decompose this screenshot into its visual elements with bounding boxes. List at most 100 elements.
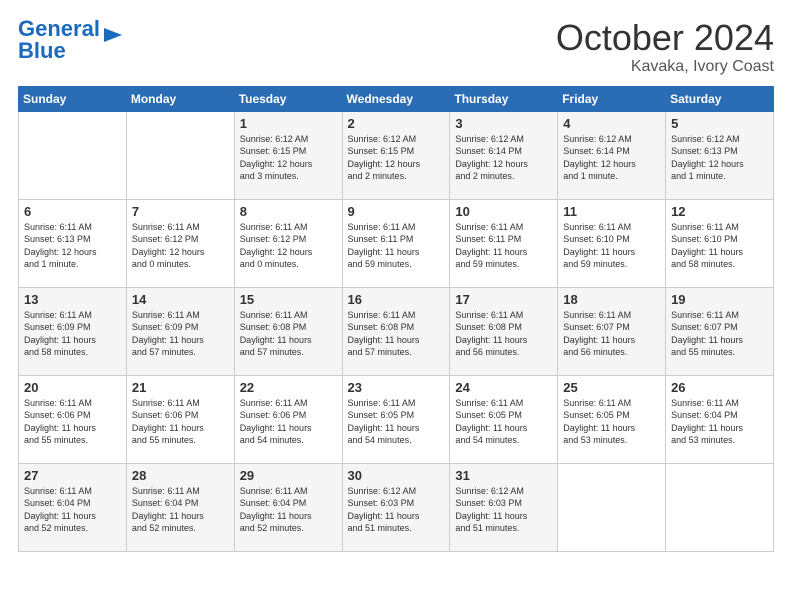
day-number: 22 [240, 380, 337, 395]
day-number: 6 [24, 204, 121, 219]
table-row: 5 Sunrise: 6:12 AM Sunset: 6:13 PM Daylig… [666, 111, 774, 199]
day-detail: Sunrise: 6:11 AM Sunset: 6:06 PM Dayligh… [132, 398, 204, 446]
table-row: 4Sunrise: 6:12 AM Sunset: 6:14 PM Daylig… [558, 111, 666, 199]
day-detail: Sunrise: 6:11 AM Sunset: 6:12 PM Dayligh… [132, 222, 205, 270]
col-thursday: Thursday [450, 86, 558, 111]
title-block: October 2024 Kavaka, Ivory Coast [556, 18, 774, 76]
table-row: 8 Sunrise: 6:11 AM Sunset: 6:12 PM Daylig… [234, 199, 342, 287]
day-detail: Sunrise: 6:11 AM Sunset: 6:04 PM Dayligh… [24, 486, 96, 534]
table-row: 21 Sunrise: 6:11 AM Sunset: 6:06 PM Dayli… [126, 375, 234, 463]
day-detail: Sunrise: 6:11 AM Sunset: 6:07 PM Dayligh… [671, 310, 743, 358]
day-number: 7 [132, 204, 229, 219]
day-number: 3 [455, 116, 552, 131]
table-row: 7 Sunrise: 6:11 AM Sunset: 6:12 PM Daylig… [126, 199, 234, 287]
day-detail: Sunrise: 6:12 AM Sunset: 6:03 PM Dayligh… [348, 486, 420, 534]
table-row: 18 Sunrise: 6:11 AM Sunset: 6:07 PM Dayli… [558, 287, 666, 375]
day-number: 29 [240, 468, 337, 483]
table-row: 27 Sunrise: 6:11 AM Sunset: 6:04 PM Dayli… [19, 463, 127, 551]
day-detail: Sunrise: 6:11 AM Sunset: 6:08 PM Dayligh… [348, 310, 420, 358]
day-number: 13 [24, 292, 121, 307]
header: General Blue October 2024 Kavaka, Ivory … [18, 18, 774, 76]
table-row: 14 Sunrise: 6:11 AM Sunset: 6:09 PM Dayli… [126, 287, 234, 375]
day-number: 21 [132, 380, 229, 395]
table-row: 13Sunrise: 6:11 AM Sunset: 6:09 PM Dayli… [19, 287, 127, 375]
table-row [558, 463, 666, 551]
table-row: 15 Sunrise: 6:11 AM Sunset: 6:08 PM Dayli… [234, 287, 342, 375]
day-detail: Sunrise: 6:11 AM Sunset: 6:05 PM Dayligh… [455, 398, 527, 446]
calendar-table: Sunday Monday Tuesday Wednesday Thursday… [18, 86, 774, 552]
logo-blue: Blue [18, 38, 66, 63]
day-number: 2 [348, 116, 445, 131]
table-row: 26 Sunrise: 6:11 AM Sunset: 6:04 PM Dayli… [666, 375, 774, 463]
day-detail: Sunrise: 6:11 AM Sunset: 6:11 PM Dayligh… [455, 222, 527, 270]
day-number: 23 [348, 380, 445, 395]
day-number: 20 [24, 380, 121, 395]
day-number: 27 [24, 468, 121, 483]
day-detail: Sunrise: 6:11 AM Sunset: 6:12 PM Dayligh… [240, 222, 313, 270]
table-row: 3 Sunrise: 6:12 AM Sunset: 6:14 PM Daylig… [450, 111, 558, 199]
day-detail: Sunrise: 6:12 AM Sunset: 6:14 PM Dayligh… [455, 134, 528, 182]
day-number: 28 [132, 468, 229, 483]
table-row [126, 111, 234, 199]
day-detail: Sunrise: 6:11 AM Sunset: 6:06 PM Dayligh… [240, 398, 312, 446]
table-row: 30 Sunrise: 6:12 AM Sunset: 6:03 PM Dayli… [342, 463, 450, 551]
logo-text: General Blue [18, 18, 100, 62]
day-number: 25 [563, 380, 660, 395]
day-detail: Sunrise: 6:11 AM Sunset: 6:06 PM Dayligh… [24, 398, 96, 446]
day-detail: Sunrise: 6:11 AM Sunset: 6:05 PM Dayligh… [348, 398, 420, 446]
day-detail: Sunrise: 6:11 AM Sunset: 6:05 PM Dayligh… [563, 398, 635, 446]
day-number: 11 [563, 204, 660, 219]
day-number: 18 [563, 292, 660, 307]
table-row: 29 Sunrise: 6:11 AM Sunset: 6:04 PM Dayli… [234, 463, 342, 551]
day-number: 17 [455, 292, 552, 307]
header-row: Sunday Monday Tuesday Wednesday Thursday… [19, 86, 774, 111]
day-number: 24 [455, 380, 552, 395]
day-number: 15 [240, 292, 337, 307]
day-number: 12 [671, 204, 768, 219]
day-detail: Sunrise: 6:11 AM Sunset: 6:04 PM Dayligh… [671, 398, 743, 446]
table-row: 6 Sunrise: 6:11 AM Sunset: 6:13 PM Daylig… [19, 199, 127, 287]
day-detail: Sunrise: 6:11 AM Sunset: 6:08 PM Dayligh… [240, 310, 312, 358]
col-saturday: Saturday [666, 86, 774, 111]
day-number: 19 [671, 292, 768, 307]
day-number: 8 [240, 204, 337, 219]
day-detail: Sunrise: 6:11 AM Sunset: 6:13 PM Dayligh… [24, 222, 97, 270]
day-detail: Sunrise: 6:12 AM Sunset: 6:15 PM Dayligh… [348, 134, 421, 182]
calendar-subtitle: Kavaka, Ivory Coast [556, 58, 774, 76]
logo: General Blue [18, 18, 124, 62]
day-detail: Sunrise: 6:12 AM Sunset: 6:14 PM Dayligh… [563, 134, 636, 182]
day-detail: Sunrise: 6:11 AM Sunset: 6:08 PM Dayligh… [455, 310, 527, 358]
day-detail: Sunrise: 6:12 AM Sunset: 6:03 PM Dayligh… [455, 486, 527, 534]
table-row: 11Sunrise: 6:11 AM Sunset: 6:10 PM Dayli… [558, 199, 666, 287]
col-monday: Monday [126, 86, 234, 111]
table-row: 10Sunrise: 6:11 AM Sunset: 6:11 PM Dayli… [450, 199, 558, 287]
table-row [19, 111, 127, 199]
col-wednesday: Wednesday [342, 86, 450, 111]
day-detail: Sunrise: 6:12 AM Sunset: 6:13 PM Dayligh… [671, 134, 744, 182]
table-row: 24 Sunrise: 6:11 AM Sunset: 6:05 PM Dayli… [450, 375, 558, 463]
table-row: 12 Sunrise: 6:11 AM Sunset: 6:10 PM Dayli… [666, 199, 774, 287]
day-detail: Sunrise: 6:11 AM Sunset: 6:04 PM Dayligh… [240, 486, 312, 534]
logo-arrow-icon [102, 24, 124, 46]
table-row: 23 Sunrise: 6:11 AM Sunset: 6:05 PM Dayli… [342, 375, 450, 463]
page: General Blue October 2024 Kavaka, Ivory … [0, 0, 792, 612]
day-detail: Sunrise: 6:11 AM Sunset: 6:04 PM Dayligh… [132, 486, 204, 534]
table-row: 25 Sunrise: 6:11 AM Sunset: 6:05 PM Dayli… [558, 375, 666, 463]
day-number: 16 [348, 292, 445, 307]
day-number: 26 [671, 380, 768, 395]
table-row: 31Sunrise: 6:12 AM Sunset: 6:03 PM Dayli… [450, 463, 558, 551]
day-detail: Sunrise: 6:11 AM Sunset: 6:09 PM Dayligh… [132, 310, 204, 358]
col-sunday: Sunday [19, 86, 127, 111]
table-row: 9Sunrise: 6:11 AM Sunset: 6:11 PM Daylig… [342, 199, 450, 287]
day-detail: Sunrise: 6:12 AM Sunset: 6:15 PM Dayligh… [240, 134, 313, 182]
day-number: 30 [348, 468, 445, 483]
day-number: 5 [671, 116, 768, 131]
table-row: 20 Sunrise: 6:11 AM Sunset: 6:06 PM Dayli… [19, 375, 127, 463]
day-number: 14 [132, 292, 229, 307]
table-row: 28 Sunrise: 6:11 AM Sunset: 6:04 PM Dayli… [126, 463, 234, 551]
day-detail: Sunrise: 6:11 AM Sunset: 6:07 PM Dayligh… [563, 310, 635, 358]
table-row: 1Sunrise: 6:12 AM Sunset: 6:15 PM Daylig… [234, 111, 342, 199]
col-friday: Friday [558, 86, 666, 111]
table-row: 19 Sunrise: 6:11 AM Sunset: 6:07 PM Dayli… [666, 287, 774, 375]
day-detail: Sunrise: 6:11 AM Sunset: 6:10 PM Dayligh… [671, 222, 743, 270]
